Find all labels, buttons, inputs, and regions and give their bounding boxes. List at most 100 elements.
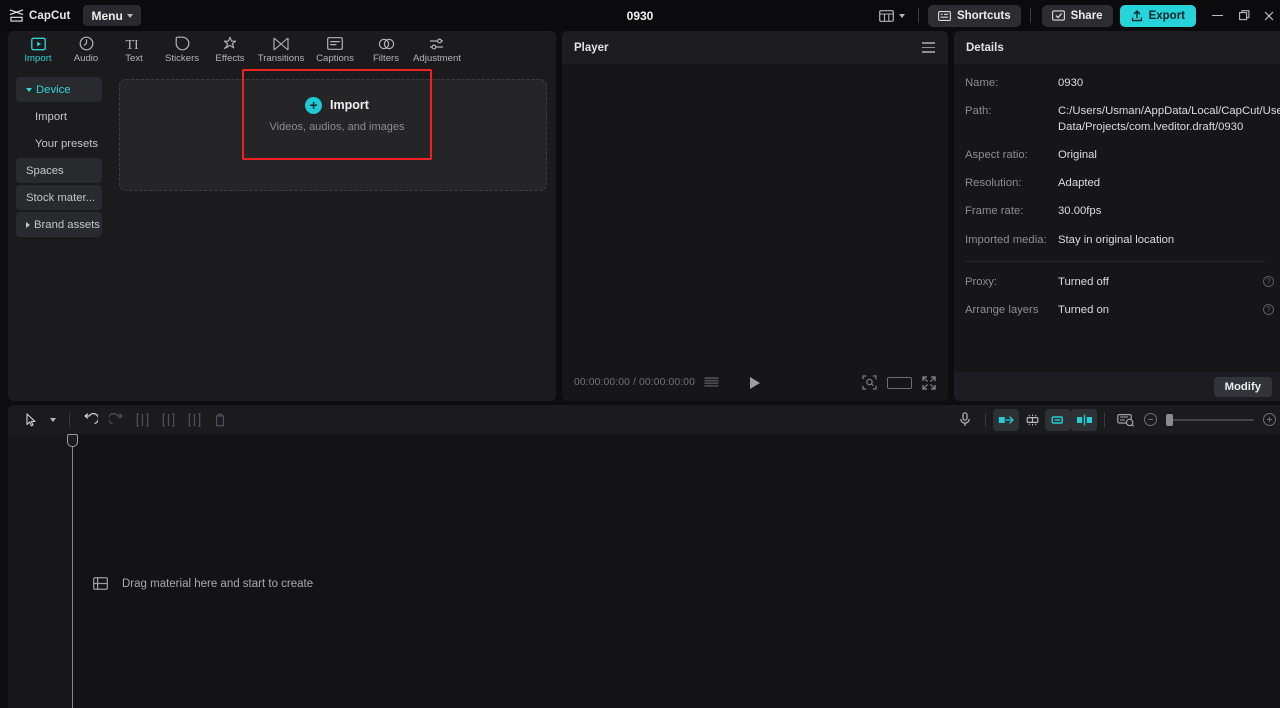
chevron-down-icon [50, 417, 56, 422]
details-label: Arrange layers [965, 304, 1039, 316]
player-stage[interactable] [562, 64, 948, 364]
mirror-right-icon[interactable] [1045, 408, 1071, 431]
info-icon[interactable]: ? [1263, 275, 1274, 287]
details-value: 0930 [1058, 77, 1084, 89]
details-row-resolution: Resolution: Adapted [965, 176, 1280, 191]
microphone-icon[interactable] [952, 409, 978, 431]
sidebar-item-label: Your presets [35, 137, 99, 150]
layout-button[interactable] [875, 5, 909, 27]
tab-audio[interactable]: Audio [62, 31, 110, 68]
trim-left-button[interactable] [155, 409, 181, 431]
shortcuts-button[interactable]: Shortcuts [927, 4, 1021, 27]
timeline-track-headers [8, 434, 72, 708]
layout-grid-icon [879, 9, 894, 22]
play-icon[interactable] [750, 376, 760, 389]
timeline-body[interactable]: Drag material here and start to create [8, 434, 1280, 708]
window-restore-button[interactable] [1231, 0, 1258, 31]
player-header: Player [562, 31, 948, 64]
details-panel: Details Name: 0930 Path: C:/Users/Usman/… [954, 31, 1280, 401]
capcut-logo-icon [9, 9, 24, 22]
hamburger-icon[interactable] [922, 42, 935, 53]
stickers-icon [175, 35, 190, 52]
tool-tabs: Import Audio TI Text Stickers Effects Tr… [8, 31, 556, 68]
details-title: Details [966, 41, 1004, 54]
sidebar-item-your-presets[interactable]: Your presets [16, 131, 102, 156]
zoom-out-icon[interactable] [1144, 413, 1157, 426]
tab-text[interactable]: TI Text [110, 31, 158, 68]
tab-transitions-label: Transitions [257, 53, 305, 64]
undo-button[interactable] [77, 409, 103, 431]
plus-circle-icon: + [305, 96, 323, 114]
sidebar-item-label: Spaces [26, 164, 64, 177]
info-icon[interactable]: ? [1263, 304, 1274, 315]
zoom-slider-handle[interactable] [1166, 413, 1173, 426]
tab-captions-label: Captions [316, 53, 354, 64]
freeze-icon[interactable] [1019, 409, 1045, 431]
tab-transitions[interactable]: Transitions [254, 31, 308, 68]
export-label: Export [1148, 9, 1185, 22]
details-row-frame-rate: Frame rate: 30.00fps [965, 204, 1280, 219]
tab-filters[interactable]: Filters [362, 31, 410, 68]
sidebar-item-brand-assets[interactable]: Brand assets [16, 212, 102, 237]
svg-text:TI: TI [125, 38, 139, 51]
delete-button[interactable] [207, 409, 233, 431]
tab-stickers[interactable]: Stickers [158, 31, 206, 68]
chevron-right-icon [26, 221, 30, 228]
menu-label: Menu [91, 8, 123, 23]
media-sidebar: Device Import Your presets Spaces Stock … [8, 68, 110, 401]
divider [917, 8, 919, 23]
details-row-name: Name: 0930 [965, 76, 1280, 91]
modify-button[interactable]: Modify [1213, 376, 1272, 397]
details-row-path: Path: C:/Users/Usman/AppData/Local/CapCu… [965, 104, 1280, 135]
zoom-in-icon[interactable] [1263, 413, 1276, 426]
sidebar-item-label: Brand assets [34, 218, 100, 231]
tab-effects[interactable]: Effects [206, 31, 254, 68]
trim-right-button[interactable] [181, 409, 207, 431]
tab-adjustment[interactable]: Adjustment [410, 31, 464, 68]
import-row: + Import [305, 96, 369, 114]
timeline-playhead[interactable] [67, 434, 78, 708]
redo-button[interactable] [103, 409, 129, 431]
restore-icon [1239, 10, 1250, 21]
details-label: Imported media: [965, 233, 1047, 246]
sidebar-item-stock-materials[interactable]: Stock mater... [16, 185, 102, 210]
playhead-handle[interactable] [67, 434, 78, 447]
keyframe-panel-icon[interactable] [1112, 409, 1140, 431]
import-dropzone[interactable]: + Import Videos, audios, and images [119, 69, 547, 191]
split-center-icon[interactable] [1071, 408, 1097, 431]
window-minimize-button[interactable] [1204, 0, 1231, 31]
cursor-select-icon[interactable] [18, 409, 44, 431]
sidebar-item-device[interactable]: Device [16, 77, 102, 102]
timeline-zoom-slider[interactable] [1166, 413, 1254, 426]
player-play-area [562, 376, 948, 389]
select-mode-dropdown[interactable] [44, 409, 62, 431]
sidebar-item-import[interactable]: Import [16, 104, 102, 129]
details-footer: Modify [954, 372, 1280, 401]
import-subtitle: Videos, audios, and images [269, 120, 405, 133]
tab-audio-label: Audio [73, 53, 99, 64]
mirror-left-icon[interactable] [993, 408, 1019, 431]
sidebar-item-spaces[interactable]: Spaces [16, 158, 102, 183]
tab-captions[interactable]: Captions [308, 31, 362, 68]
menu-button[interactable]: Menu [82, 5, 141, 26]
details-body: Name: 0930 Path: C:/Users/Usman/AppData/… [954, 64, 1280, 401]
export-button[interactable]: Export [1119, 4, 1196, 27]
media-panel: Device Import Your presets Spaces Stock … [8, 68, 556, 401]
details-value: Turned off [1058, 275, 1109, 288]
split-button[interactable] [129, 409, 155, 431]
divider [69, 412, 70, 427]
close-icon [1264, 11, 1274, 20]
import-icon [30, 35, 46, 52]
tab-import[interactable]: Import [14, 31, 62, 68]
divider [965, 260, 1266, 262]
import-highlight-box[interactable]: + Import Videos, audios, and images [242, 69, 432, 160]
app-name: CapCut [29, 9, 71, 22]
tab-stickers-label: Stickers [164, 53, 200, 64]
transitions-icon [273, 35, 289, 52]
details-row-arrange-layers: Arrange layers Turned on ? [965, 303, 1280, 318]
details-label: Proxy: [965, 275, 998, 288]
chevron-down-icon [26, 87, 32, 92]
share-button[interactable]: Share [1041, 4, 1113, 27]
details-label: Path: [965, 105, 992, 118]
window-close-button[interactable] [1258, 0, 1280, 31]
